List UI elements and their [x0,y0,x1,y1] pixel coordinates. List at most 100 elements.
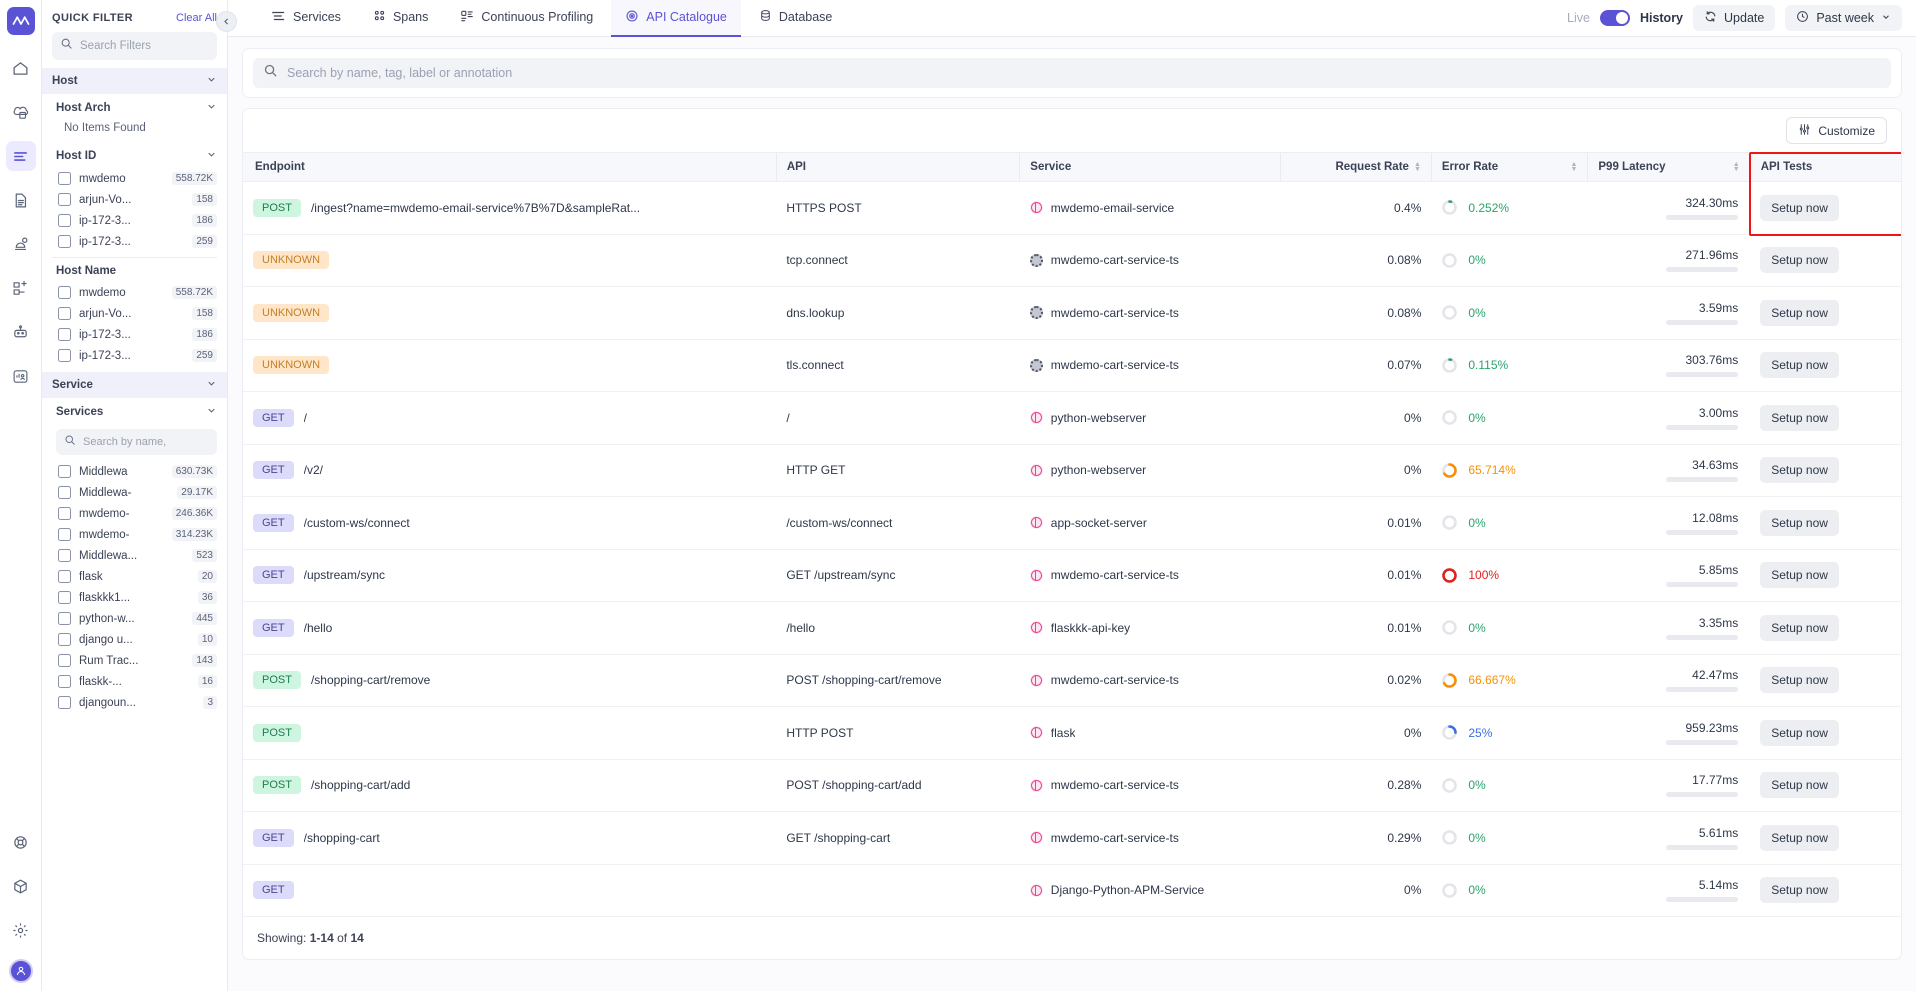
table-row[interactable]: GET/hello/helloflaskkk-api-key0.01%0%3.3… [243,602,1901,655]
setup-now-button[interactable]: Setup now [1760,247,1839,273]
checkbox[interactable] [58,465,71,478]
table-row[interactable]: UNKNOWNtcp.connectmwdemo-cart-service-ts… [243,234,1901,287]
tab-continuous-profiling[interactable]: Continuous Profiling [446,0,607,37]
apps-icon[interactable] [6,871,36,901]
filter-item[interactable]: Rum Trac...143 [42,650,227,671]
cell-service[interactable]: mwdemo-cart-service-ts [1020,654,1281,707]
filter-item[interactable]: mwdemo-314.23K [42,524,227,545]
filter-item[interactable]: django u...10 [42,629,227,650]
cell-api-tests[interactable]: Setup now [1750,707,1901,760]
checkbox[interactable] [58,591,71,604]
setup-now-button[interactable]: Setup now [1760,877,1839,903]
sidebar-group-host-arch[interactable]: Host Arch [42,94,227,120]
update-button[interactable]: Update [1693,5,1775,31]
cell-service[interactable]: app-socket-server [1020,497,1281,550]
cell-api-tests[interactable]: Setup now [1750,287,1901,340]
home-icon[interactable] [6,53,36,83]
cell-endpoint[interactable]: GET/ [243,392,776,445]
filter-item[interactable]: flaskk-...16 [42,671,227,692]
checkbox[interactable] [58,172,71,185]
cell-endpoint[interactable]: GET/custom-ws/connect [243,497,776,550]
setup-now-button[interactable]: Setup now [1760,300,1839,326]
table-row[interactable]: GET/upstream/syncGET /upstream/syncmwdem… [243,549,1901,602]
table-row[interactable]: UNKNOWNtls.connectmwdemo-cart-service-ts… [243,339,1901,392]
cell-api-tests[interactable]: Setup now [1750,444,1901,497]
cell-api-tests[interactable]: Setup now [1750,812,1901,865]
cell-endpoint[interactable]: POST [243,707,776,760]
cell-endpoint[interactable]: GET/shopping-cart [243,812,776,865]
middleware-logo-icon[interactable] [7,7,35,35]
cell-service[interactable]: Django-Python-APM-Service [1020,864,1281,917]
checkbox[interactable] [58,675,71,688]
cell-endpoint[interactable]: UNKNOWN [243,287,776,340]
cell-service[interactable]: mwdemo-cart-service-ts [1020,234,1281,287]
table-row[interactable]: GET//python-webserver0%0%3.00msSetup now [243,392,1901,445]
cell-service[interactable]: flaskkk-api-key [1020,602,1281,655]
cell-api-tests[interactable]: Setup now [1750,392,1901,445]
infrastructure-icon[interactable] [6,97,36,127]
checkbox[interactable] [58,549,71,562]
filter-item[interactable]: mwdemo558.72K [42,168,227,189]
col-error-rate[interactable]: Error Rate▲▼ [1431,153,1588,182]
cell-endpoint[interactable]: POST/shopping-cart/add [243,759,776,812]
checkbox[interactable] [58,328,71,341]
cell-api-tests[interactable]: Setup now [1750,602,1901,655]
cell-endpoint[interactable]: GET/upstream/sync [243,549,776,602]
filter-item[interactable]: flask20 [42,566,227,587]
checkbox[interactable] [58,349,71,362]
synthetic-robot-icon[interactable] [6,317,36,347]
filter-item[interactable]: flaskkk1...36 [42,587,227,608]
cell-service[interactable]: python-webserver [1020,444,1281,497]
time-range-picker[interactable]: Past week [1785,5,1902,31]
sidebar-group-host-id[interactable]: Host ID [42,142,227,168]
filter-item[interactable]: mwdemo-246.36K [42,503,227,524]
checkbox[interactable] [58,214,71,227]
setup-now-button[interactable]: Setup now [1760,720,1839,746]
setup-now-button[interactable]: Setup now [1760,352,1839,378]
settings-gear-icon[interactable] [6,915,36,945]
col-p99-latency[interactable]: P99 Latency▲▼ [1588,153,1750,182]
cell-endpoint[interactable]: UNKNOWN [243,339,776,392]
cell-endpoint[interactable]: POST/ingest?name=mwdemo-email-service%7B… [243,182,776,235]
table-row[interactable]: GET/shopping-cartGET /shopping-cartmwdem… [243,812,1901,865]
cell-service[interactable]: mwdemo-cart-service-ts [1020,812,1281,865]
cell-service[interactable]: mwdemo-cart-service-ts [1020,287,1281,340]
cell-endpoint[interactable]: GET [243,864,776,917]
cell-service[interactable]: mwdemo-cart-service-ts [1020,339,1281,392]
table-row[interactable]: UNKNOWNdns.lookupmwdemo-cart-service-ts0… [243,287,1901,340]
setup-now-button[interactable]: Setup now [1760,615,1839,641]
rum-user-icon[interactable] [6,361,36,391]
tab-database[interactable]: Database [745,0,847,37]
cell-endpoint[interactable]: GET/v2/ [243,444,776,497]
customize-button[interactable]: Customize [1786,117,1887,144]
col-request-rate[interactable]: Request Rate▲▼ [1281,153,1432,182]
filter-item[interactable]: arjun-Vo...158 [42,303,227,324]
filter-item[interactable]: ip-172-3...186 [42,210,227,231]
user-avatar[interactable] [9,959,33,983]
tab-services[interactable]: Services [258,0,355,37]
table-row[interactable]: POST/shopping-cart/removePOST /shopping-… [243,654,1901,707]
services-search-input[interactable]: Search by name, [56,429,217,455]
setup-now-button[interactable]: Setup now [1760,667,1839,693]
cell-api-tests[interactable]: Setup now [1750,234,1901,287]
filter-item[interactable]: python-w...445 [42,608,227,629]
table-row[interactable]: GETDjango-Python-APM-Service0%0%5.14msSe… [243,864,1901,917]
cell-api-tests[interactable]: Setup now [1750,864,1901,917]
sort-icon[interactable]: ▲▼ [1733,162,1740,172]
checkbox[interactable] [58,235,71,248]
sort-icon[interactable]: ▲▼ [1570,162,1577,172]
cell-service[interactable]: mwdemo-cart-service-ts [1020,549,1281,602]
cell-api-tests[interactable]: Setup now [1750,497,1901,550]
setup-now-button[interactable]: Setup now [1760,405,1839,431]
sidebar-section-service[interactable]: Service [42,372,227,398]
checkbox[interactable] [58,528,71,541]
checkbox[interactable] [58,307,71,320]
checkbox[interactable] [58,193,71,206]
cell-api-tests[interactable]: Setup now [1750,549,1901,602]
support-icon[interactable] [6,827,36,857]
cell-endpoint[interactable]: POST/shopping-cart/remove [243,654,776,707]
table-row[interactable]: GET/v2/HTTP GETpython-webserver0%65.714%… [243,444,1901,497]
cell-api-tests[interactable]: Setup now [1750,759,1901,812]
checkbox[interactable] [58,286,71,299]
alerts-icon[interactable] [6,229,36,259]
